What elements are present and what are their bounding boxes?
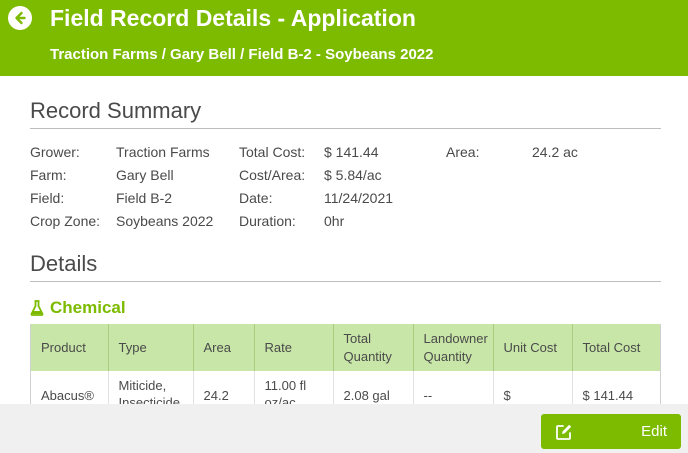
table-row[interactable]: Abacus® V Miticide, Insecticide 24.2 ac …: [31, 371, 660, 404]
farm-value: Gary Bell: [116, 167, 174, 183]
col-landowner-quantity[interactable]: Landowner Quantity: [413, 324, 494, 371]
field-value: Field B-2: [116, 190, 173, 206]
footer-bar: Edit: [0, 404, 688, 453]
cell-unit-cost: $ 68.00/gal: [493, 371, 573, 404]
area-label: Area:: [446, 144, 480, 160]
edit-icon: [556, 424, 572, 440]
col-rate[interactable]: Rate: [254, 324, 334, 371]
col-total-cost[interactable]: Total Cost: [572, 324, 660, 371]
cropzone-value: Soybeans 2022: [116, 213, 214, 229]
date-label: Date:: [239, 190, 273, 206]
total-cost-value: $ 141.44: [324, 144, 379, 160]
cropzone-label: Crop Zone:: [30, 213, 101, 229]
total-cost-label: Total Cost:: [239, 144, 306, 160]
breadcrumb: Traction Farms / Gary Bell / Field B-2 -…: [50, 46, 434, 63]
area-value: 24.2 ac: [532, 144, 578, 160]
chemical-section-header: Chemical: [30, 298, 126, 318]
details-heading: Details: [30, 251, 98, 276]
details-divider: [30, 281, 661, 282]
cell-type: Miticide, Insecticide: [108, 371, 194, 404]
duration-label: Duration:: [239, 213, 296, 229]
grower-value: Traction Farms: [116, 144, 210, 160]
cell-area: 24.2 ac: [193, 371, 255, 404]
back-button[interactable]: [8, 6, 32, 30]
cell-total-cost: $ 141.44: [582, 388, 634, 403]
chemical-table: Product Type Area Rate Total Quantity La…: [30, 324, 661, 404]
col-unit-cost[interactable]: Unit Cost: [493, 324, 573, 371]
edit-button[interactable]: Edit: [541, 414, 681, 449]
cost-area-label: Cost/Area:: [239, 167, 306, 183]
chemical-label: Chemical: [50, 298, 126, 317]
flask-icon: [30, 300, 44, 316]
edit-button-label: Edit: [641, 423, 667, 440]
duration-value: 0hr: [324, 213, 345, 229]
col-type[interactable]: Type: [108, 324, 194, 371]
grower-label: Grower:: [30, 144, 80, 160]
field-label: Field:: [30, 190, 65, 206]
cell-rate: 11.00 fl oz/ac: [254, 371, 334, 404]
record-summary-heading: Record Summary: [30, 98, 202, 123]
table-header-row: Product Type Area Rate Total Quantity La…: [31, 324, 660, 371]
col-area[interactable]: Area: [193, 324, 255, 371]
arrow-left-icon: [15, 11, 26, 25]
farm-label: Farm:: [30, 167, 67, 183]
page-title: Field Record Details - Application: [50, 5, 416, 31]
col-product[interactable]: Product: [31, 324, 109, 371]
col-total-quantity[interactable]: Total Quantity: [333, 324, 414, 371]
cell-landowner-quantity: --: [413, 371, 494, 404]
summary-divider: [30, 128, 661, 129]
cell-product: Abacus® V: [31, 371, 109, 404]
cost-area-value: $ 5.84/ac: [324, 167, 382, 183]
app-header: Field Record Details - Application Tract…: [0, 0, 688, 76]
date-value: 11/24/2021: [324, 190, 394, 206]
cell-total-quantity: 2.08 gal: [333, 371, 414, 404]
